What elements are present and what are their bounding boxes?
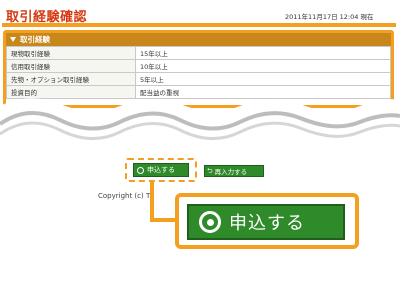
ring-icon	[199, 211, 221, 233]
row-value: 15年以上	[135, 46, 391, 60]
reinput-button[interactable]: ⮌ 再入力する	[204, 165, 264, 177]
title-divider	[2, 23, 396, 27]
table-row: 信用取引経験 10年以上	[6, 59, 391, 73]
panel-title: 取引経験	[20, 35, 50, 44]
apply-callout: 申込する	[175, 193, 359, 249]
apply-button-label: 申込する	[147, 166, 175, 174]
timestamp: 2011年11月17日 12:04 現在	[285, 13, 374, 21]
apply-button-zoomed[interactable]: 申込する	[187, 204, 345, 240]
ring-icon	[137, 166, 144, 174]
panel-header: 取引経験	[6, 33, 391, 46]
page: 取引経験確認 2011年11月17日 12:04 現在 取引経験 現物取引経験 …	[0, 0, 400, 296]
action-button-row: 申込する ⮌ 再入力する	[125, 158, 275, 184]
apply-button[interactable]: 申込する	[133, 163, 189, 177]
row-label: 先物・オプション取引経験	[6, 72, 136, 86]
row-value: 5年以上	[135, 72, 391, 86]
row-label: 現物取引経験	[6, 46, 136, 60]
back-arrow-icon: ⮌	[207, 166, 213, 175]
row-value: 10年以上	[135, 59, 391, 73]
row-label: 信用取引経験	[6, 59, 136, 73]
table-row: 現物取引経験 15年以上	[6, 46, 391, 60]
table-row: 先物・オプション取引経験 5年以上	[6, 72, 391, 86]
triangle-down-icon	[10, 37, 16, 42]
experience-table: 現物取引経験 15年以上 信用取引経験 10年以上 先物・オプション取引経験 5…	[6, 46, 391, 99]
apply-button-zoomed-label: 申込する	[229, 213, 305, 234]
page-tear-divider	[0, 98, 400, 156]
reinput-button-label: 再入力する	[214, 168, 248, 176]
copyright-text: Copyright (c) T	[98, 192, 151, 200]
